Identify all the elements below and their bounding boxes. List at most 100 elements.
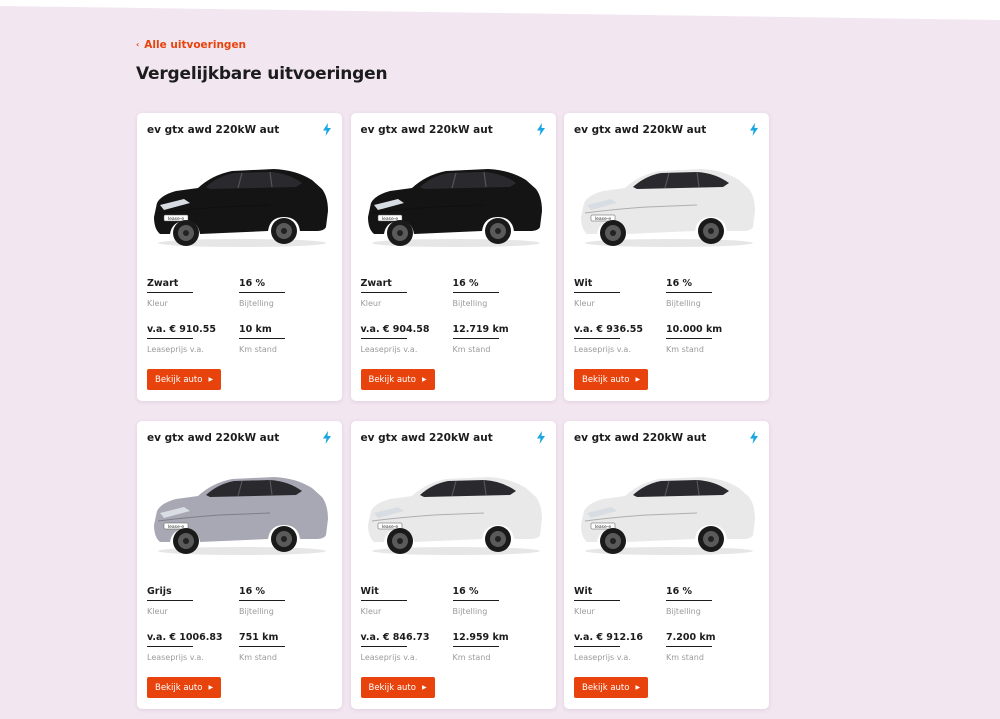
spec-tax: 16 % Bijtelling — [666, 278, 712, 308]
card-title: ev gtx awd 220kW aut — [147, 432, 280, 444]
spec-price: v.a. € 846.73 Leaseprijs v.a. — [360, 632, 429, 662]
spec-km-label: Km stand — [239, 653, 277, 662]
spec-tax-label: Bijtelling — [666, 607, 701, 616]
spec-km: 7.200 km Km stand — [666, 632, 716, 662]
spec-color-value: Zwart — [360, 278, 407, 293]
spec-tax-value: 16 % — [239, 278, 285, 293]
spec-color-label: Kleur — [574, 299, 595, 308]
view-car-button-label: Bekijk auto — [368, 682, 416, 693]
spec-tax-label: Bijtelling — [239, 299, 274, 308]
view-car-button[interactable]: Bekijk auto ▶ — [147, 369, 222, 390]
lightning-bolt-icon — [750, 123, 758, 136]
spec-km: 751 km Km stand — [239, 632, 285, 662]
view-car-button[interactable]: Bekijk auto ▶ — [360, 369, 435, 390]
spec-km-label: Km stand — [452, 345, 491, 354]
lightning-bolt-icon — [536, 123, 545, 136]
spec-color-value: Wit — [360, 586, 407, 601]
spec-km-value: 751 km — [239, 632, 285, 647]
spec-price: v.a. € 936.55 Leaseprijs v.a. — [574, 324, 643, 354]
spec-color-value: Wit — [574, 586, 620, 601]
spec-color: Wit Kleur — [574, 586, 620, 616]
car-card[interactable]: ev gtx awd 220kW aut lease-e Grijs Kleur… — [137, 421, 342, 709]
lightning-bolt-icon — [323, 123, 331, 136]
spec-color-label: Kleur — [360, 607, 382, 616]
spec-tax-label: Bijtelling — [452, 607, 488, 616]
view-car-button[interactable]: Bekijk auto ▶ — [574, 369, 649, 390]
spec-km-value: 10 km — [239, 324, 285, 339]
spec-tax-label: Bijtelling — [239, 607, 274, 616]
spec-color-label: Kleur — [147, 607, 168, 616]
car-image: lease-e — [581, 477, 755, 555]
top-band — [0, 0, 1000, 20]
lightning-bolt-icon — [750, 431, 758, 444]
car-card[interactable]: ev gtx awd 220kW aut lease-e Wit Kleur 1… — [564, 421, 769, 709]
spec-km-value: 12.959 km — [452, 632, 509, 647]
spec-km-label: Km stand — [666, 345, 704, 354]
spec-color-label: Kleur — [147, 299, 168, 308]
card-title: ev gtx awd 220kW aut — [360, 124, 493, 136]
spec-price-label: Leaseprijs v.a. — [360, 345, 418, 354]
spec-price-value: v.a. € 904.58 — [360, 324, 429, 339]
spec-color: Zwart Kleur — [360, 278, 407, 308]
spec-tax-value: 16 % — [452, 586, 499, 601]
view-car-button-label: Bekijk auto — [155, 682, 203, 693]
spec-km-label: Km stand — [452, 653, 491, 662]
spec-tax-value: 16 % — [666, 278, 712, 293]
page-title: Vergelijkbare uitvoeringen — [136, 64, 388, 84]
spec-km-label: Km stand — [666, 653, 704, 662]
back-link-label: Alle uitvoeringen — [144, 39, 247, 51]
spec-km: 10.000 km Km stand — [666, 324, 722, 354]
caret-right-icon: ▶ — [635, 376, 641, 383]
spec-price-label: Leaseprijs v.a. — [147, 345, 204, 354]
car-image: lease-e — [154, 477, 328, 555]
spec-color: Wit Kleur — [360, 586, 407, 616]
view-car-button[interactable]: Bekijk auto ▶ — [574, 677, 649, 698]
spec-km-value: 10.000 km — [666, 324, 722, 339]
caret-right-icon: ▶ — [421, 684, 427, 691]
spec-color-label: Kleur — [574, 607, 595, 616]
view-car-button[interactable]: Bekijk auto ▶ — [147, 677, 222, 698]
spec-km-label: Km stand — [239, 345, 277, 354]
car-card[interactable]: ev gtx awd 220kW aut lease-e Wit Kleur 1… — [350, 421, 556, 709]
spec-color: Wit Kleur — [574, 278, 620, 308]
spec-tax: 16 % Bijtelling — [239, 586, 285, 616]
spec-price-label: Leaseprijs v.a. — [574, 653, 631, 662]
spec-tax: 16 % Bijtelling — [666, 586, 712, 616]
spec-price-label: Leaseprijs v.a. — [147, 653, 204, 662]
spec-km: 12.719 km Km stand — [452, 324, 509, 354]
car-card[interactable]: ev gtx awd 220kW aut lease-e Zwart Kleur… — [137, 113, 342, 401]
spec-price-label: Leaseprijs v.a. — [574, 345, 631, 354]
spec-km-value: 7.200 km — [666, 632, 716, 647]
spec-price: v.a. € 1006.83 Leaseprijs v.a. — [147, 632, 223, 662]
spec-tax-label: Bijtelling — [452, 299, 488, 308]
caret-right-icon: ▶ — [421, 376, 427, 383]
spec-tax-value: 16 % — [452, 278, 499, 293]
view-car-button-label: Bekijk auto — [368, 374, 416, 385]
spec-price-value: v.a. € 1006.83 — [147, 632, 223, 647]
card-title: ev gtx awd 220kW aut — [574, 124, 707, 136]
card-title: ev gtx awd 220kW aut — [574, 432, 707, 444]
spec-color-value: Wit — [574, 278, 620, 293]
lightning-bolt-icon — [323, 431, 331, 444]
car-image: lease-e — [367, 169, 542, 247]
spec-tax: 16 % Bijtelling — [452, 278, 499, 308]
view-car-button-label: Bekijk auto — [155, 374, 203, 385]
back-link-all-versions[interactable]: ‹ Alle uitvoeringen — [136, 38, 246, 52]
spec-price: v.a. € 912.16 Leaseprijs v.a. — [574, 632, 643, 662]
spec-color-value: Grijs — [147, 586, 193, 601]
spec-km: 12.959 km Km stand — [452, 632, 509, 662]
car-card[interactable]: ev gtx awd 220kW aut lease-e Wit Kleur 1… — [564, 113, 769, 401]
cards-grid: ev gtx awd 220kW aut lease-e Zwart Kleur… — [137, 113, 769, 709]
spec-color-value: Zwart — [147, 278, 193, 293]
car-image: lease-e — [367, 477, 542, 555]
spec-price-value: v.a. € 910.55 — [147, 324, 216, 339]
caret-right-icon: ▶ — [208, 684, 214, 691]
car-card[interactable]: ev gtx awd 220kW aut lease-e Zwart Kleur… — [350, 113, 556, 401]
view-car-button[interactable]: Bekijk auto ▶ — [360, 677, 435, 698]
spec-tax: 16 % Bijtelling — [452, 586, 499, 616]
spec-price-value: v.a. € 912.16 — [574, 632, 643, 647]
spec-price-label: Leaseprijs v.a. — [360, 653, 418, 662]
spec-color: Grijs Kleur — [147, 586, 193, 616]
spec-price: v.a. € 904.58 Leaseprijs v.a. — [360, 324, 429, 354]
spec-km: 10 km Km stand — [239, 324, 285, 354]
